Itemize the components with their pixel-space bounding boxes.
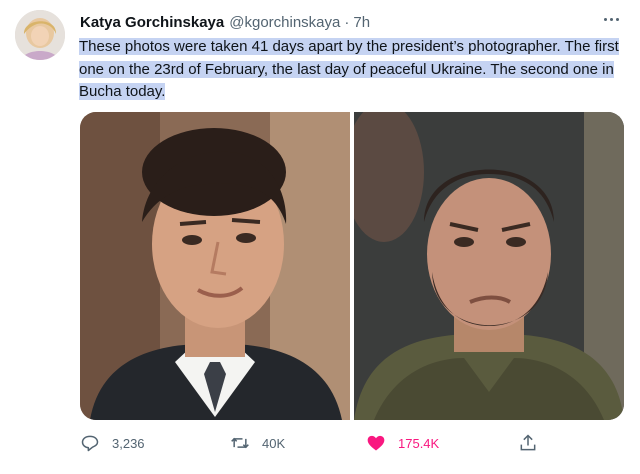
tweet-text-content: These photos were taken 41 days apart by… xyxy=(79,38,619,100)
tweet-actions: 3,236 40K 175.4K xyxy=(0,428,640,458)
share-button[interactable] xyxy=(518,428,538,458)
like-count: 175.4K xyxy=(398,435,440,451)
like-button[interactable]: 175.4K xyxy=(366,428,439,458)
timestamp[interactable]: 7h xyxy=(353,14,370,31)
reply-count: 3,236 xyxy=(112,435,145,451)
reply-button[interactable]: 3,236 xyxy=(80,428,145,458)
tweet-header: Katya Gorchinskaya @kgorchinskaya · 7h xyxy=(80,12,370,32)
avatar[interactable] xyxy=(15,10,65,60)
photo-right[interactable] xyxy=(354,112,624,420)
photo-left[interactable] xyxy=(80,112,350,420)
retweet-count: 40K xyxy=(262,435,286,451)
separator-dot: · xyxy=(344,13,350,31)
retweet-button[interactable]: 40K xyxy=(230,428,285,458)
reply-icon xyxy=(81,435,99,452)
avatar-image xyxy=(15,10,65,60)
share-icon xyxy=(520,434,536,451)
more-icon[interactable] xyxy=(600,14,624,26)
tweet-text: These photos were taken 41 days apart by… xyxy=(79,36,627,104)
photo-left-image xyxy=(80,112,350,420)
photo-right-image xyxy=(354,112,624,420)
retweet-icon xyxy=(231,437,249,449)
user-handle[interactable]: @kgorchinskaya xyxy=(229,14,340,31)
tweet-media[interactable] xyxy=(80,112,624,420)
heart-icon xyxy=(367,435,385,451)
display-name[interactable]: Katya Gorchinskaya xyxy=(80,14,224,31)
